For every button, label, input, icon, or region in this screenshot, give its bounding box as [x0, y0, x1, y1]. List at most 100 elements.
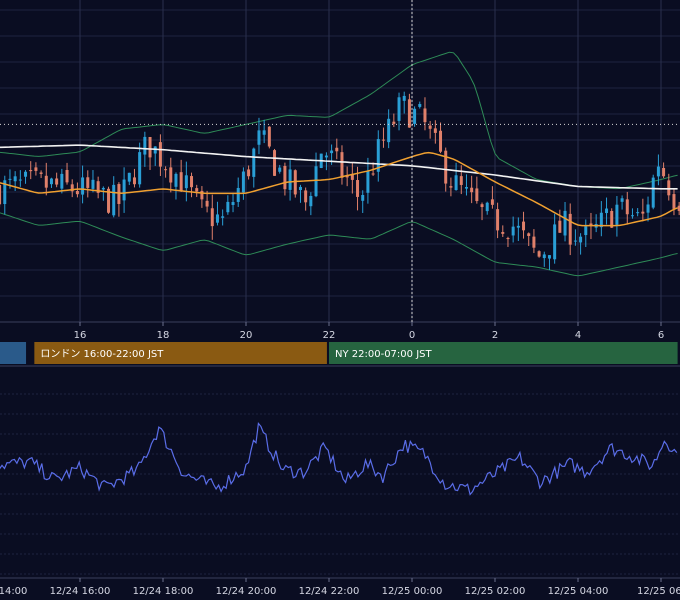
candle-body — [283, 165, 287, 190]
candle-body — [459, 176, 463, 185]
osc-x-tick-label: 12/25 06: — [637, 586, 680, 597]
candle-body — [532, 236, 536, 248]
candle-body — [112, 184, 116, 216]
candle-body — [490, 199, 494, 205]
candle-body — [215, 214, 219, 223]
candle-body — [158, 142, 162, 167]
candle-body — [309, 195, 313, 207]
candle-body — [8, 178, 12, 180]
candle-body — [356, 180, 360, 197]
candle-body — [91, 179, 95, 189]
price-x-tick-label: 0 — [409, 330, 415, 341]
candle-body — [0, 184, 2, 205]
candle-body — [226, 201, 230, 213]
candle-body — [210, 208, 214, 227]
candle-body — [143, 136, 147, 155]
candle-body — [361, 194, 365, 201]
candle-body — [190, 176, 194, 188]
candle-body — [620, 198, 624, 202]
candle-body — [200, 190, 204, 200]
candle-body — [553, 224, 557, 260]
candle-body — [402, 95, 406, 101]
osc-x-tick-label: 12/24 18:00 — [133, 586, 194, 597]
candle-body — [184, 175, 188, 189]
candle-body — [542, 254, 546, 259]
candle-body — [247, 169, 251, 177]
price-x-tick-label: 6 — [658, 330, 664, 341]
candle-body — [558, 220, 562, 233]
session-bar: ロンドン 16:00-22:00 JST NY 22:00-07:00 JST — [0, 342, 678, 364]
candle-body — [573, 240, 577, 242]
candle-body — [24, 171, 28, 177]
candle-body — [278, 167, 282, 172]
candle-body — [506, 238, 510, 240]
candle-body — [86, 177, 90, 188]
candle-body — [340, 152, 344, 178]
candle-body — [18, 179, 22, 181]
candle-body — [418, 104, 422, 107]
osc-x-tick-label: 12/24 16:00 — [50, 586, 111, 597]
candle-body — [179, 172, 183, 192]
session-label: ロンドン 16:00-22:00 JST — [40, 349, 164, 360]
candle-body — [381, 139, 385, 141]
candle-body — [288, 169, 292, 190]
candle-body — [584, 226, 588, 236]
candle-body — [65, 170, 69, 183]
osc-x-tick-label: 12/24 14:00 — [0, 586, 27, 597]
candle-body — [257, 130, 261, 145]
osc-x-tick-label: 12/25 02:00 — [465, 586, 526, 597]
candle-body — [262, 130, 266, 135]
candle-body — [605, 208, 609, 214]
candle-body — [511, 226, 515, 236]
candle-body — [371, 173, 375, 175]
session-block — [0, 342, 27, 364]
candle-body — [117, 184, 121, 204]
candle-body — [413, 108, 417, 124]
candle-body — [646, 204, 650, 213]
candle-body — [122, 179, 126, 201]
candle-body — [439, 130, 443, 152]
candle-body — [568, 213, 572, 245]
candle-body — [231, 202, 235, 205]
candle-body — [464, 187, 468, 189]
candle-body — [304, 190, 308, 203]
candle-body — [330, 150, 334, 154]
candle-body — [195, 188, 199, 192]
osc-x-tick-label: 12/24 22:00 — [299, 586, 360, 597]
candle-body — [579, 236, 583, 243]
candle-body — [480, 204, 484, 208]
candle-body — [537, 251, 541, 257]
candle-body — [205, 200, 209, 207]
candle-body — [34, 167, 38, 171]
candle-body — [174, 173, 178, 187]
candle-body — [101, 187, 105, 190]
candle-body — [75, 190, 79, 195]
candle-body — [625, 199, 629, 215]
candle-body — [527, 233, 531, 236]
candle-body — [387, 118, 391, 143]
osc-x-tick-label: 12/25 04:00 — [548, 586, 609, 597]
candle-body — [662, 167, 666, 177]
candle-body — [148, 137, 152, 158]
candle-body — [449, 186, 453, 188]
candle-body — [169, 167, 173, 183]
candle-body — [641, 211, 645, 214]
candle-body — [428, 125, 432, 129]
candle-body — [138, 152, 142, 185]
candle-body — [433, 128, 437, 133]
candle-body — [522, 221, 526, 231]
candle-body — [615, 204, 619, 225]
price-x-tick-label: 22 — [323, 330, 336, 341]
price-x-tick-label: 2 — [492, 330, 498, 341]
candle-body — [13, 176, 17, 182]
candle-body — [241, 171, 245, 193]
osc-x-tick-label: 12/24 20:00 — [216, 586, 277, 597]
candle-body — [501, 232, 505, 234]
candle-body — [44, 175, 48, 188]
candle-body — [29, 170, 33, 172]
candle-body — [636, 212, 640, 214]
candle-body — [496, 209, 500, 231]
candle-body — [470, 187, 474, 193]
candle-body — [630, 215, 634, 217]
candle-body — [651, 177, 655, 208]
